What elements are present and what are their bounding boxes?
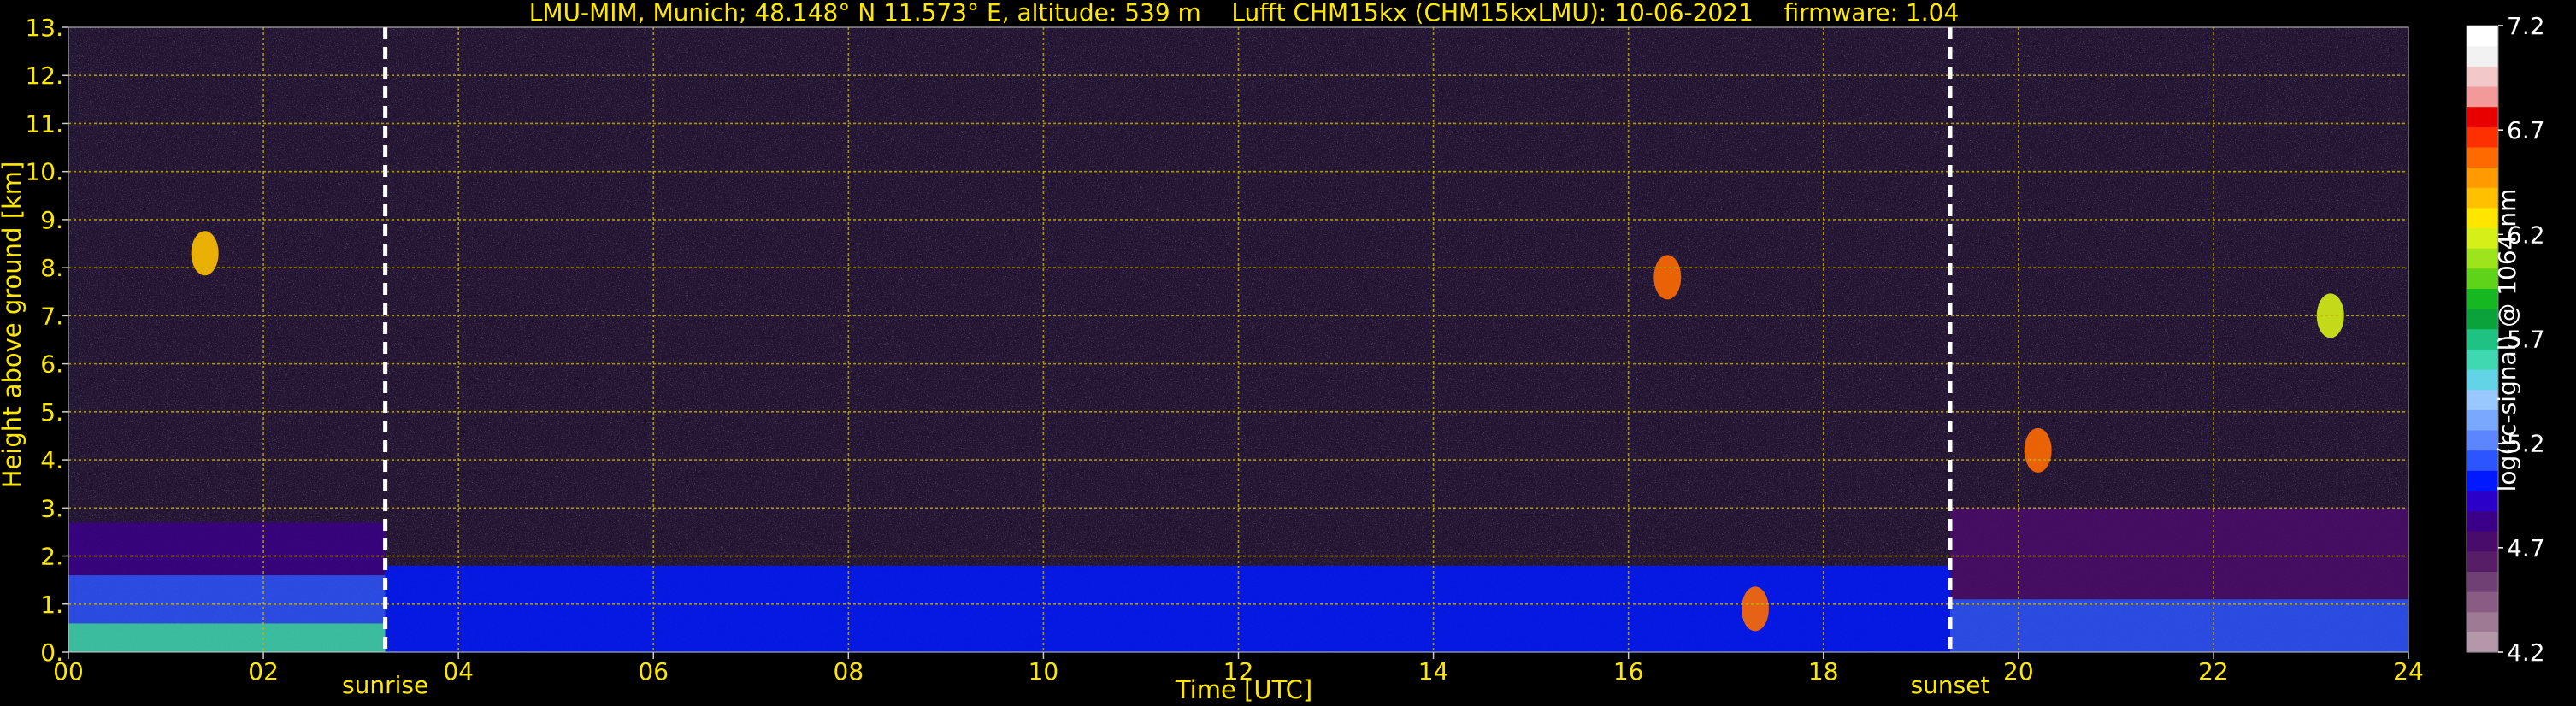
ceilometer-chart: LMU-MIM, Munich; 48.148° N 11.573° E, al… — [0, 0, 2545, 704]
colorbar-tick-label-6: 7.2 — [2507, 12, 2545, 40]
colorbar-swatch-26 — [2467, 106, 2498, 127]
annotation-sunrise: sunrise — [342, 671, 428, 699]
y-tick-label-3: 3. — [40, 494, 63, 522]
y-tick-label-12: 12. — [25, 62, 63, 90]
y-tick-label-8: 8. — [40, 254, 63, 282]
signal-layer-2 — [68, 522, 386, 576]
x-tick-label-1: 02 — [248, 657, 279, 685]
x-tick-label-7: 14 — [1418, 657, 1449, 685]
y-tick-label-10: 10. — [25, 158, 63, 186]
colorbar-swatch-5 — [2467, 531, 2498, 552]
colorbar-swatch-2 — [2467, 591, 2498, 613]
colorbar-swatch-29 — [2467, 45, 2498, 67]
colorbar-swatch-4 — [2467, 550, 2498, 573]
x-tick-label-10: 20 — [2003, 657, 2034, 685]
colorbar-swatch-24 — [2467, 146, 2498, 168]
colorbar-swatch-28 — [2467, 66, 2498, 87]
x-tick-label-5: 10 — [1029, 657, 1059, 685]
annotation-sunset: sunset — [1911, 671, 1990, 699]
colorbar-swatch-1 — [2467, 611, 2498, 632]
colorbar-swatch-27 — [2467, 85, 2498, 108]
colorbar-tick-label-5: 6.7 — [2507, 116, 2545, 144]
x-tick-label-0: 00 — [53, 657, 84, 685]
y-tick-label-7: 7. — [40, 302, 63, 330]
signal-feature-2 — [1741, 586, 1769, 632]
y-tick-label-4: 4. — [40, 446, 63, 474]
x-tick-label-12: 24 — [2393, 657, 2424, 685]
colorbar-swatch-23 — [2467, 167, 2498, 188]
signal-feature-0 — [191, 231, 219, 276]
colorbar-swatch-30 — [2467, 26, 2498, 47]
y-tick-label-9: 9. — [40, 206, 63, 234]
sun-annotations: sunrise sunset — [342, 671, 1989, 699]
x-axis-label: Time [UTC] — [1175, 675, 1312, 704]
y-tick-label-5: 5. — [40, 398, 63, 427]
x-tick-label-8: 16 — [1613, 657, 1644, 685]
y-tick-label-11: 11. — [25, 109, 63, 138]
plot-area — [68, 26, 2409, 653]
chart-title: LMU-MIM, Munich; 48.148° N 11.573° E, al… — [529, 0, 1960, 26]
signal-layer-1 — [68, 575, 386, 624]
colorbar: 4.24.75.25.76.26.77.2 log(rc-signal) @ 1… — [2466, 12, 2545, 667]
signal-layer-0 — [68, 623, 386, 652]
signal-feature-1 — [1653, 255, 1682, 300]
colorbar-tick-label-0: 4.2 — [2507, 638, 2545, 667]
y-axis-label: Height above ground [km] — [0, 162, 27, 489]
x-tick-label-11: 22 — [2198, 657, 2229, 685]
y-tick-label-13: 13. — [25, 14, 63, 42]
colorbar-swatch-7 — [2467, 490, 2498, 512]
y-tick-label-1: 1. — [40, 591, 63, 619]
colorbar-swatch-0 — [2467, 632, 2498, 653]
y-tick-label-6: 6. — [40, 350, 63, 379]
colorbar-tick-label-1: 4.7 — [2507, 534, 2545, 562]
y-tick-label-2: 2. — [40, 543, 63, 571]
x-tick-label-3: 06 — [638, 657, 669, 685]
signal-layer-3 — [385, 565, 1951, 652]
colorbar-swatch-3 — [2467, 571, 2498, 592]
x-tick-label-4: 08 — [834, 657, 864, 685]
signal-feature-3 — [2024, 427, 2052, 473]
y-axis-ticks: 0.1.2.3.4.5.6.7.8.9.10.11.12.13. — [25, 14, 68, 667]
colorbar-swatch-6 — [2467, 510, 2498, 532]
x-tick-label-9: 18 — [1808, 657, 1839, 685]
colorbar-label: log(rc-signal) @ 1064 nm — [2493, 189, 2521, 492]
colorbar-swatch-25 — [2467, 126, 2498, 148]
x-tick-label-2: 04 — [443, 657, 474, 685]
